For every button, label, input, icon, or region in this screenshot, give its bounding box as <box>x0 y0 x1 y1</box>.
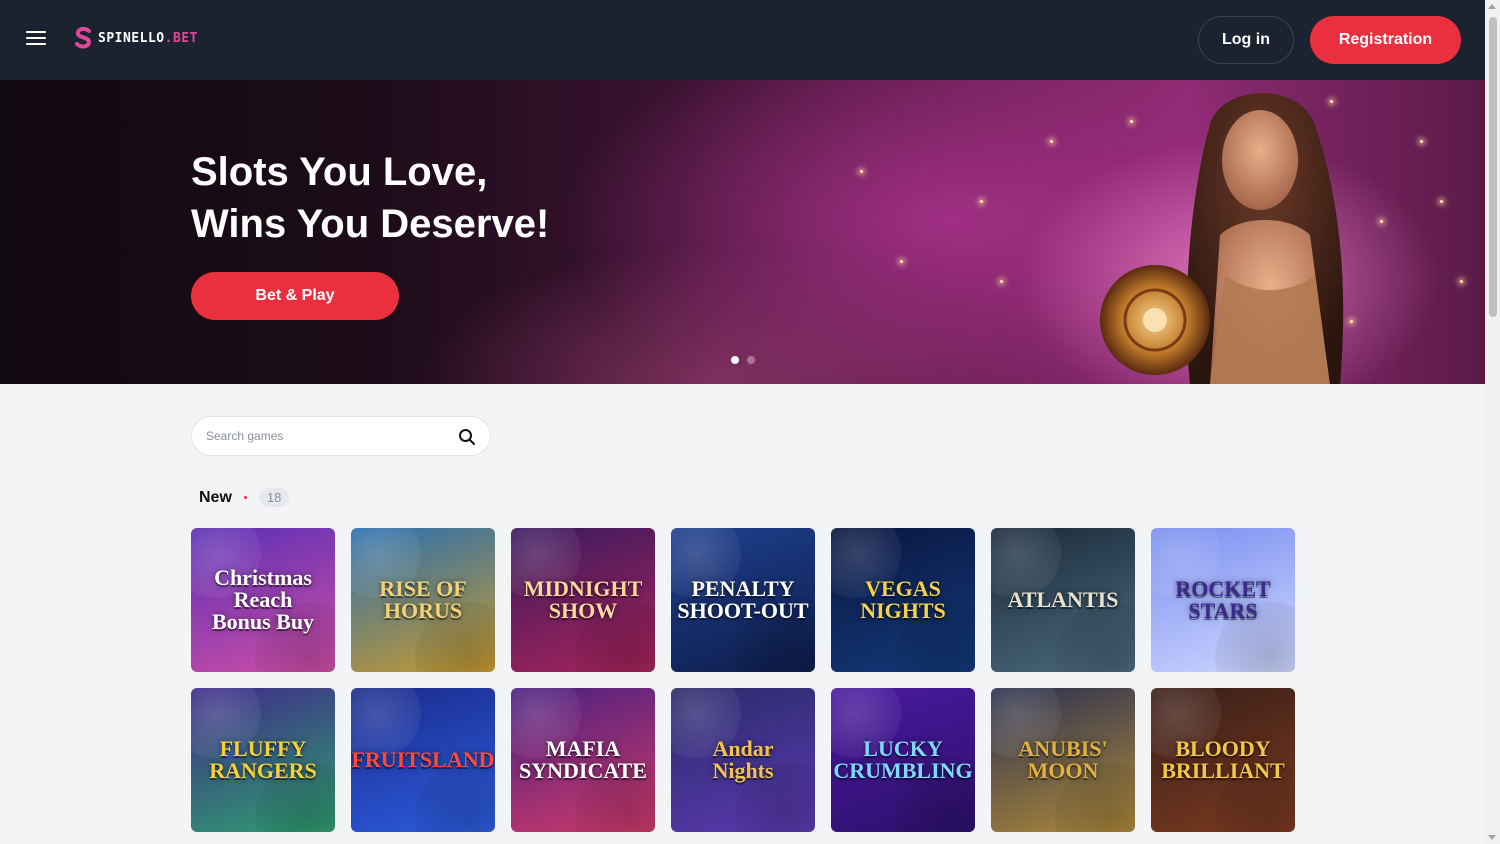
hero-title-line-1: Slots You Love, <box>191 150 488 194</box>
game-tile[interactable]: VEGAS NIGHTS <box>831 528 975 672</box>
game-tile[interactable]: Christmas Reach Bonus Buy <box>191 528 335 672</box>
game-title: Christmas Reach Bonus Buy <box>211 565 315 634</box>
game-tile[interactable]: MIDNIGHT SHOW <box>511 528 655 672</box>
section-separator-dot <box>243 496 247 499</box>
hero-woman-with-roulette-image <box>1100 93 1344 384</box>
hero-title-line-2: Wins You Deserve! <box>191 202 550 246</box>
game-title: FLUFFY RANGERS <box>209 736 317 783</box>
game-tile-artwork <box>1055 602 1135 672</box>
scroll-down-arrow-icon[interactable] <box>1488 835 1496 840</box>
game-title: FRUITSLAND <box>351 747 495 772</box>
site-logo[interactable]: SPINELLO.BET <box>74 27 198 49</box>
game-tile[interactable]: PENALTY SHOOT-OUT <box>671 528 815 672</box>
game-tile[interactable]: BLOODY BRILLIANT <box>1151 688 1295 832</box>
bet-and-play-button[interactable]: Bet & Play <box>191 272 399 320</box>
carousel-dot-2[interactable] <box>747 356 755 364</box>
game-title: RISE OF HORUS <box>379 576 467 623</box>
game-title: Andar Nights <box>712 736 774 783</box>
page-scrollbar[interactable] <box>1485 0 1500 844</box>
section-title: New <box>199 488 232 506</box>
search-bar <box>191 416 491 456</box>
search-games-input[interactable] <box>206 429 446 443</box>
hero-title: Slots You Love, Wins You Deserve! <box>191 146 549 250</box>
game-title: MIDNIGHT SHOW <box>523 576 643 623</box>
game-tile[interactable]: MAFIA SYNDICATE <box>511 688 655 832</box>
game-title: VEGAS NIGHTS <box>860 576 946 623</box>
scroll-thumb[interactable] <box>1489 17 1497 317</box>
hamburger-menu-icon[interactable] <box>26 31 46 47</box>
game-tile[interactable]: FRUITSLAND <box>351 688 495 832</box>
game-title: ATLANTIS <box>1007 587 1119 612</box>
search-icon[interactable] <box>458 428 476 446</box>
carousel-dot-1[interactable] <box>731 356 739 364</box>
game-title: MAFIA SYNDICATE <box>519 736 647 783</box>
logo-text: SPINELLO.BET <box>98 30 198 46</box>
game-tile[interactable]: ATLANTIS <box>991 528 1135 672</box>
game-tile[interactable]: RISE OF HORUS <box>351 528 495 672</box>
top-header: SPINELLO.BET Log in Registration <box>0 0 1485 80</box>
carousel-dots <box>731 356 755 364</box>
game-tile[interactable]: FLUFFY RANGERS <box>191 688 335 832</box>
game-tile[interactable]: ROCKET STARS <box>1151 528 1295 672</box>
game-title: ROCKET STARS <box>1175 576 1271 623</box>
hero-banner: Slots You Love, Wins You Deserve! Bet & … <box>0 80 1485 384</box>
scroll-up-arrow-icon[interactable] <box>1488 4 1496 9</box>
game-tile[interactable]: ANUBIS' MOON <box>991 688 1135 832</box>
logo-s-icon <box>75 27 92 49</box>
game-tile[interactable]: LUCKY CRUMBLING <box>831 688 975 832</box>
new-games-section-header: New 18 <box>199 488 290 507</box>
game-title: BLOODY BRILLIANT <box>1161 736 1285 783</box>
game-title: ANUBIS' MOON <box>1018 736 1108 783</box>
game-title: LUCKY CRUMBLING <box>833 736 973 783</box>
game-tile-artwork <box>415 762 495 832</box>
game-title: PENALTY SHOOT-OUT <box>677 576 809 623</box>
games-count-badge: 18 <box>258 488 290 507</box>
game-tile[interactable]: Andar Nights <box>671 688 815 832</box>
registration-button[interactable]: Registration <box>1310 16 1461 64</box>
games-grid: Christmas Reach Bonus Buy RISE OF HORUS MI… <box>191 528 1295 832</box>
login-button[interactable]: Log in <box>1198 16 1294 64</box>
